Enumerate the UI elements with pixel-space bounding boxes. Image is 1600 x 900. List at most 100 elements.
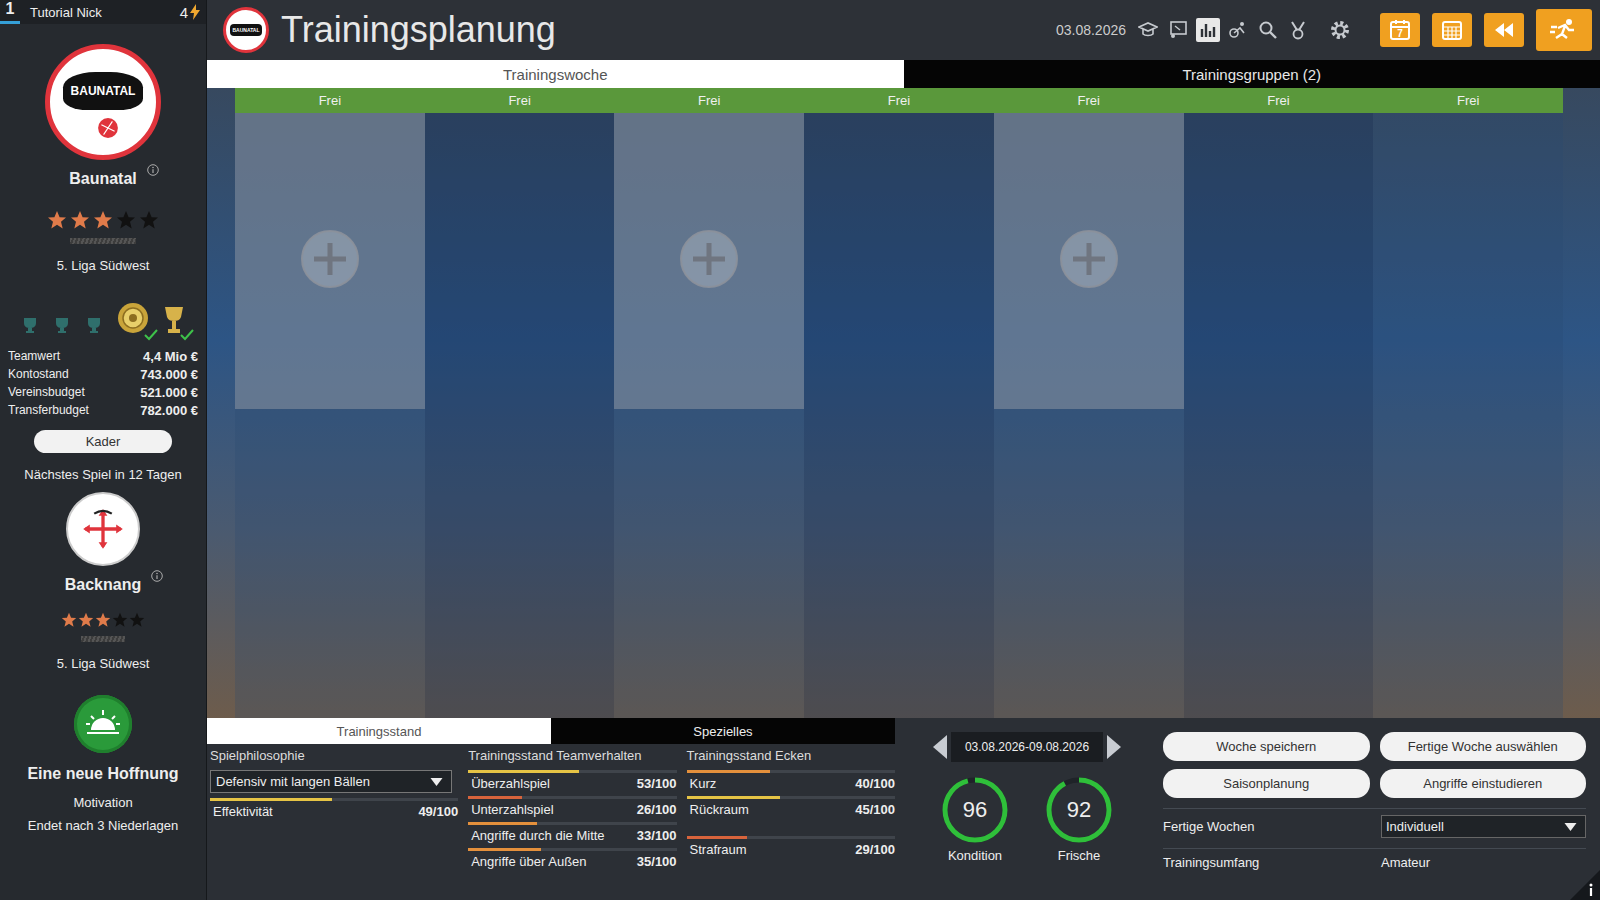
- stat-label: Überzahlspiel: [471, 776, 550, 791]
- action-button[interactable]: Fertige Woche auswählen: [1380, 732, 1587, 761]
- finance-label: Transferbudget: [8, 403, 89, 418]
- tool-button[interactable]: [1286, 18, 1310, 42]
- opponent-name[interactable]: Backnang: [65, 576, 141, 594]
- action-button[interactable]: Woche speichern: [1163, 732, 1370, 761]
- ball-icon: [97, 117, 119, 139]
- stat-row: Rückraum45/100: [687, 796, 895, 817]
- club-league: 5. Liga Südwest: [57, 258, 150, 273]
- tool-button[interactable]: [1256, 18, 1280, 42]
- info-icon[interactable]: [147, 164, 159, 176]
- manager-name[interactable]: Tutorial Nick: [20, 5, 180, 20]
- motivation-note: Endet nach 3 Niederlagen: [28, 818, 178, 833]
- meter-label: Frische: [1058, 848, 1101, 863]
- button-grid: Woche speichern Fertige Woche auswählen Sa…: [1163, 732, 1586, 798]
- add-icon[interactable]: [679, 229, 739, 289]
- trophy[interactable]: [84, 315, 104, 335]
- philosophy-dropdown[interactable]: Defensiv mit langen Bällen: [210, 770, 452, 793]
- calendar-day-button[interactable]: 7: [1380, 13, 1420, 47]
- column-title: Spielphilosophie: [210, 748, 458, 763]
- training-slot[interactable]: [235, 113, 425, 409]
- action-button[interactable]: Angriffe einstudieren: [1380, 769, 1587, 798]
- tool-button[interactable]: [1166, 18, 1190, 42]
- tool-button[interactable]: [1196, 18, 1220, 42]
- day-label: Frei: [614, 88, 804, 113]
- training-slot[interactable]: [614, 113, 804, 409]
- motivation-badge[interactable]: [74, 695, 132, 753]
- setting-value: Amateur: [1381, 855, 1586, 870]
- meter: 92 Frische: [1045, 776, 1113, 863]
- day-label: Frei: [1373, 88, 1563, 113]
- sunrise-icon: [83, 704, 123, 744]
- trophy[interactable]: [20, 315, 40, 335]
- opponent-logo[interactable]: [66, 492, 140, 566]
- next-week-icon[interactable]: [1107, 735, 1121, 759]
- info-icon[interactable]: [151, 570, 163, 582]
- trophy[interactable]: [52, 315, 72, 335]
- stat-bar: [468, 770, 676, 773]
- actions-panel: Woche speichern Fertige Woche auswählen Sa…: [1143, 718, 1600, 900]
- trophy[interactable]: [162, 305, 186, 335]
- stat-label: Kurz: [690, 776, 717, 791]
- star-icon: [47, 210, 67, 230]
- add-icon[interactable]: [300, 229, 360, 289]
- week-range: 03.08.2026-09.08.2026: [951, 732, 1103, 762]
- stat-label: Unterzahlspiel: [471, 802, 553, 817]
- cup-icon: [52, 315, 72, 335]
- bar-chart-icon: [1198, 20, 1218, 40]
- continue-button[interactable]: [1536, 9, 1592, 51]
- previous-week-icon[interactable]: [933, 735, 947, 759]
- stat-row: Unterzahlspiel 26/100: [468, 796, 676, 817]
- tab[interactable]: Trainingswoche: [207, 60, 904, 88]
- app: 1 Tutorial Nick 4 BAUNATAL Baunatal 5. L…: [0, 0, 1600, 900]
- stat-bar: [468, 848, 676, 851]
- stat-bar: [687, 796, 895, 799]
- tool-button[interactable]: [1136, 18, 1160, 42]
- tactic-board-icon: [1168, 20, 1188, 40]
- graduation-cap-icon: [1138, 20, 1158, 40]
- day-column: Frei: [994, 88, 1184, 718]
- star-icon: [78, 612, 94, 628]
- finance-label: Kontostand: [8, 367, 69, 382]
- star-icon: [61, 612, 77, 628]
- week-navigator: 03.08.2026-09.08.2026: [933, 732, 1121, 762]
- tab[interactable]: Trainingsstand: [207, 718, 551, 744]
- rating-bar: [70, 238, 136, 244]
- day-column: Frei: [1184, 88, 1374, 718]
- star-icon: [139, 210, 159, 230]
- stat-row: Effektivität49/100: [210, 798, 458, 819]
- finance-label: Teamwert: [8, 349, 60, 364]
- setting-label: Trainingsumfang: [1163, 855, 1381, 870]
- calendar-month-button[interactable]: [1432, 13, 1472, 47]
- info-icon[interactable]: [1570, 870, 1600, 900]
- tab[interactable]: Trainingsgruppen (2): [904, 60, 1600, 88]
- day-label: Frei: [804, 88, 994, 113]
- stat-label: Strafraum: [690, 842, 747, 857]
- kader-button[interactable]: Kader: [34, 430, 172, 453]
- club-logo[interactable]: BAUNATAL: [45, 44, 161, 160]
- stat-bar: [210, 798, 458, 801]
- toolbar: 03.08.2026 7: [1056, 9, 1592, 51]
- stat-value: 33/100: [637, 828, 677, 843]
- stat-label: Effektivität: [213, 804, 273, 819]
- add-icon[interactable]: [1059, 229, 1119, 289]
- header: BAUNATAL Trainingsplanung 03.08.2026 7: [207, 0, 1600, 60]
- settings-button[interactable]: [1326, 18, 1354, 42]
- stat-bar: [687, 770, 895, 773]
- trophy[interactable]: [116, 301, 150, 335]
- page-title: Trainingsplanung: [281, 9, 1044, 51]
- finance-row: Teamwert 4,4 Mio €: [8, 349, 198, 364]
- training-week: Frei Frei Frei Frei Frei Frei Frei: [207, 88, 1600, 718]
- medal-icon: [116, 301, 150, 335]
- tab[interactable]: Spezielles: [551, 718, 895, 744]
- setting-row: Trainingsumfang Amateur: [1163, 848, 1586, 870]
- action-button[interactable]: Saisonplanung: [1163, 769, 1370, 798]
- club-name[interactable]: Baunatal: [69, 170, 137, 188]
- back-button[interactable]: [1484, 13, 1524, 47]
- setting-dropdown[interactable]: Individuell: [1381, 815, 1586, 838]
- meter-label: Kondition: [948, 848, 1002, 863]
- stat-value: 26/100: [637, 802, 677, 817]
- training-slot[interactable]: [994, 113, 1184, 409]
- tool-button[interactable]: [1226, 18, 1250, 42]
- medals-icon: [1288, 20, 1308, 40]
- motivation-label: Motivation: [73, 795, 132, 810]
